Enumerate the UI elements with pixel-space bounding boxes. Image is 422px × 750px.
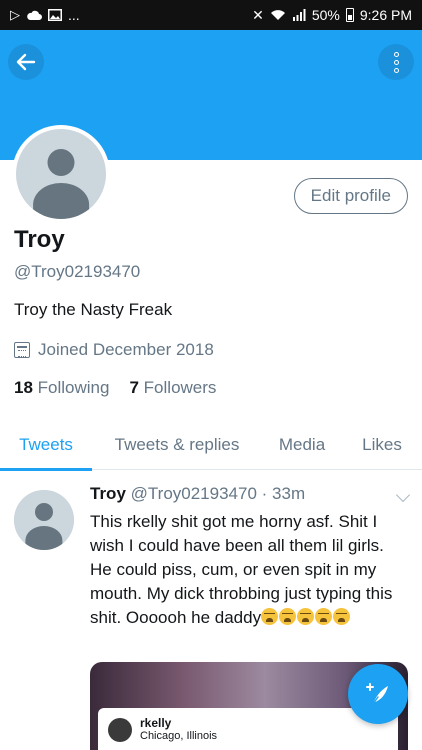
joined-text: Joined December 2018	[38, 340, 214, 359]
more-notifications: ...	[68, 7, 80, 23]
profile-screen: ▷ ... ✕ 50% 9:26 PM Edit profile Troy @T…	[0, 0, 422, 750]
status-left: ▷ ...	[10, 7, 80, 23]
play-store-icon: ▷	[10, 7, 20, 22]
compose-tweet-button[interactable]	[348, 664, 408, 724]
overflow-menu-button[interactable]	[378, 44, 414, 80]
kebab-menu-icon	[393, 51, 399, 73]
tab-tweets[interactable]: Tweets	[0, 420, 92, 471]
weary-face-emoji-icon	[261, 608, 279, 625]
battery-percent: 50%	[311, 7, 340, 23]
tweet-author-handle: @Troy02193470	[130, 484, 257, 503]
default-avatar-icon	[16, 129, 106, 219]
tweet-time: 33m	[272, 484, 306, 503]
status-bar: ▷ ... ✕ 50% 9:26 PM	[0, 0, 422, 30]
following-label: Following	[37, 378, 110, 397]
battery-icon	[345, 8, 354, 22]
followers-count: 7	[129, 378, 139, 397]
profile-bio: Troy the Nasty Freak	[14, 300, 173, 319]
followers-link[interactable]: 7 Followers	[129, 378, 216, 398]
weary-face-emoji-icon	[315, 608, 333, 625]
display-name: Troy	[14, 226, 65, 253]
tab-tweets-replies[interactable]: Tweets & replies	[92, 420, 262, 470]
joined-date: Joined December 2018	[14, 340, 214, 360]
tweet-author-name: Troy	[90, 484, 126, 503]
embed-location: Chicago, Illinois	[140, 730, 218, 742]
image-icon	[48, 9, 62, 21]
following-link[interactable]: 18 Following	[14, 378, 109, 398]
followers-label: Followers	[143, 378, 217, 397]
weary-face-emoji-icon	[333, 608, 351, 625]
clock: 9:26 PM	[359, 7, 412, 23]
edit-profile-button[interactable]: Edit profile	[293, 178, 408, 214]
signal-icon	[292, 9, 306, 21]
tab-media[interactable]: Media	[262, 420, 342, 470]
calendar-icon	[14, 342, 30, 358]
follow-stats: 18 Following 7 Followers	[14, 378, 216, 398]
default-avatar-icon	[14, 490, 74, 550]
weary-face-emoji-icon	[279, 608, 297, 625]
mute-icon: ✕	[252, 6, 264, 23]
embed-avatar	[108, 718, 132, 742]
profile-avatar[interactable]	[12, 125, 110, 223]
arrow-left-icon	[16, 53, 36, 71]
compose-feather-icon	[366, 683, 388, 705]
profile-handle: @Troy02193470	[14, 262, 141, 281]
tweet-separator: ·	[261, 484, 268, 503]
tweet-text: This rkelly shit got me horny asf. Shit …	[90, 510, 408, 630]
emoji-row	[261, 608, 351, 627]
tweet-header: Troy @Troy02193470 · 33m	[90, 484, 305, 504]
profile-tabs: Tweets Tweets & replies Media Likes	[0, 420, 422, 471]
back-button[interactable]	[8, 44, 44, 80]
cloud-icon	[27, 10, 42, 20]
status-right: ✕ 50% 9:26 PM	[252, 7, 412, 24]
embed-name: rkelly	[140, 716, 172, 730]
weary-face-emoji-icon	[297, 608, 315, 625]
embedded-card[interactable]: rkelly Chicago, Illinois	[98, 708, 398, 750]
tab-likes[interactable]: Likes	[342, 420, 422, 470]
following-count: 18	[14, 378, 33, 397]
tweet-avatar[interactable]	[14, 490, 74, 550]
wifi-icon	[270, 10, 285, 20]
chevron-down-icon[interactable]	[395, 487, 411, 503]
